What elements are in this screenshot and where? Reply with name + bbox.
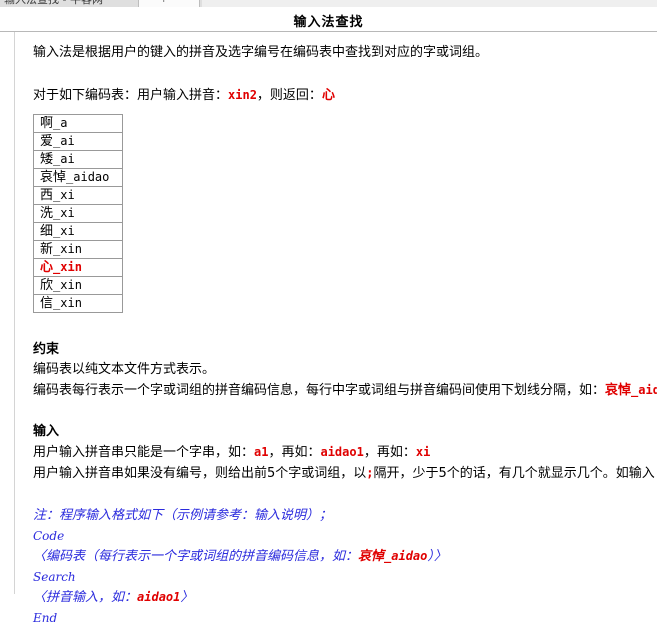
code-suffix: _a	[53, 116, 68, 130]
table-row: 哀悼_aidao	[33, 168, 123, 187]
note-code-suffix: ）〉	[427, 549, 447, 564]
input-line-1: 用户输入拼音串只能是一个字串，如：a1，再如：aidao1，再如：xi	[33, 442, 653, 463]
document-content: 输入法是根据用户的键入的拼音及选字编号在编码表中查找到对应的字或词组。 对于如下…	[33, 32, 657, 628]
new-tab-button[interactable]: +	[160, 0, 168, 5]
table-row: 新_xin	[33, 240, 123, 259]
code-table: 啊_a 爱_ai 矮_ai 哀悼_aidao 西_xi 洗_xi 细_xi 新_…	[33, 114, 123, 313]
code-word: 洗	[40, 206, 54, 221]
page-title: 输入法查找	[293, 15, 364, 30]
code-cell: 细_xi	[33, 222, 123, 241]
code-word: 啊	[40, 116, 54, 131]
intro-paragraph: 输入法是根据用户的键入的拼音及选字编号在编码表中查找到对应的字或词组。	[33, 45, 489, 60]
note-search-line: 〈拼音输入，如：aidao1〉	[33, 587, 653, 608]
code-suffix: _aidao	[66, 170, 110, 184]
code-word: 信	[40, 296, 54, 311]
table-row: 啊_a	[33, 114, 123, 133]
constraints-example-word: 哀悼	[605, 383, 632, 398]
code-suffix: _xi	[53, 224, 75, 238]
code-cell: 西_xi	[33, 186, 123, 205]
format-note-block: 注：程序输入格式如下（示例请参考：输入说明）； Code 〈编码表（每行表示一个…	[33, 506, 653, 628]
code-word: 欣	[40, 278, 54, 293]
table-row-highlighted: 心_xin	[33, 258, 123, 277]
note-code-example-word: 哀悼	[358, 549, 385, 564]
table-row: 信_xin	[33, 294, 123, 313]
table-row: 细_xi	[33, 222, 123, 241]
code-word: 细	[40, 224, 54, 239]
code-suffix: _xin	[53, 242, 82, 256]
code-cell: 矮_ai	[33, 150, 123, 169]
code-cell: 哀悼_aidao	[33, 168, 123, 187]
note-keyword-code: Code	[33, 529, 65, 543]
code-word: 哀悼	[40, 170, 67, 185]
code-cell: 爱_ai	[33, 132, 123, 151]
note-line-1: 注：程序输入格式如下（示例请参考：输入说明）；	[33, 508, 333, 523]
constraints-example-code: _aidao	[631, 383, 657, 397]
code-cell: 信_xin	[33, 294, 123, 313]
note-search-prefix: 〈拼音输入，如：	[33, 590, 138, 605]
constraints-heading: 约束	[33, 342, 60, 357]
note-keyword-end: End	[33, 611, 58, 625]
browser-tab-inactive[interactable]: 输入法查找 - 牛客网	[4, 0, 103, 7]
input-line-2: 用户输入拼音串如果没有编号，则给出前5个字或词组，以;隔开，少于5个的话，有几个…	[33, 463, 657, 484]
note-code-prefix: 〈编码表（每行表示一个字或词组的拼音编码信息，如：	[33, 549, 359, 564]
input-line-1-prefix: 用户输入拼音串只能是一个字串，如：	[33, 445, 255, 460]
input-line-1-mid-2: ，再如：	[363, 445, 416, 460]
table-row: 洗_xi	[33, 204, 123, 223]
constraints-line-2: 编码表每行表示一个字或词组的拼音编码信息，每行中字或词组与拼音编码间使用下划线分…	[33, 380, 657, 401]
input-heading: 输入	[33, 424, 60, 439]
code-suffix: _xin	[53, 278, 82, 292]
code-word: 矮	[40, 152, 54, 167]
code-word: 心	[40, 260, 54, 275]
constraints-line-1: 编码表以纯文本文件方式表示。	[33, 362, 216, 377]
input-example-2: aidao1	[320, 445, 364, 459]
code-suffix: _xin	[53, 296, 82, 310]
table-row: 欣_xin	[33, 276, 123, 295]
code-cell: 啊_a	[33, 114, 123, 133]
example-result: 心	[321, 88, 335, 103]
input-line-1-mid-1: ，再如：	[268, 445, 321, 460]
code-suffix: _xi	[53, 188, 75, 202]
code-suffix: _ai	[53, 134, 75, 148]
code-word: 爱	[40, 134, 54, 149]
constraints-line-2-prefix: 编码表每行表示一个字或词组的拼音编码信息，每行中字或词组与拼音编码间使用下划线分…	[33, 383, 606, 398]
example-prefix: 对于如下编码表：用户输入拼音：	[33, 88, 229, 103]
input-line-2-middle: 隔开，少于5个的话，有几个就显示几个。如输入：	[373, 466, 657, 481]
input-line-2-prefix: 用户输入拼音串如果没有编号，则给出前5个字或词组，以	[33, 466, 367, 481]
note-keyword-search: Search	[33, 570, 76, 584]
input-example-3: xi	[415, 445, 431, 459]
table-row: 爱_ai	[33, 132, 123, 151]
code-suffix: _xin	[53, 260, 82, 274]
input-separator: ;	[366, 466, 374, 480]
note-code-example-code: _aidao	[384, 549, 428, 563]
table-row: 矮_ai	[33, 150, 123, 169]
code-suffix: _xi	[53, 206, 75, 220]
code-cell: 欣_xin	[33, 276, 123, 295]
code-word: 西	[40, 188, 54, 203]
code-cell: 洗_xi	[33, 204, 123, 223]
example-paragraph: 对于如下编码表：用户输入拼音：xin2，则返回：心	[33, 85, 653, 106]
code-table-body: 啊_a 爱_ai 矮_ai 哀悼_aidao 西_xi 洗_xi 细_xi 新_…	[33, 114, 123, 313]
note-search-suffix: 〉	[180, 590, 194, 605]
left-margin-rule	[14, 32, 15, 594]
note-code-line: 〈编码表（每行表示一个字或词组的拼音编码信息，如：哀悼_aidao）〉	[33, 546, 653, 567]
code-suffix: _ai	[53, 152, 75, 166]
example-middle: ，则返回：	[256, 88, 322, 103]
note-search-example: aidao1	[137, 590, 181, 604]
code-cell: 新_xin	[33, 240, 123, 259]
code-cell: 心_xin	[33, 258, 123, 277]
code-word: 新	[40, 242, 54, 257]
table-row: 西_xi	[33, 186, 123, 205]
input-example-1: a1	[254, 445, 269, 459]
example-pinyin: xin2	[228, 88, 257, 102]
page-header: 输入法查找	[0, 7, 657, 32]
